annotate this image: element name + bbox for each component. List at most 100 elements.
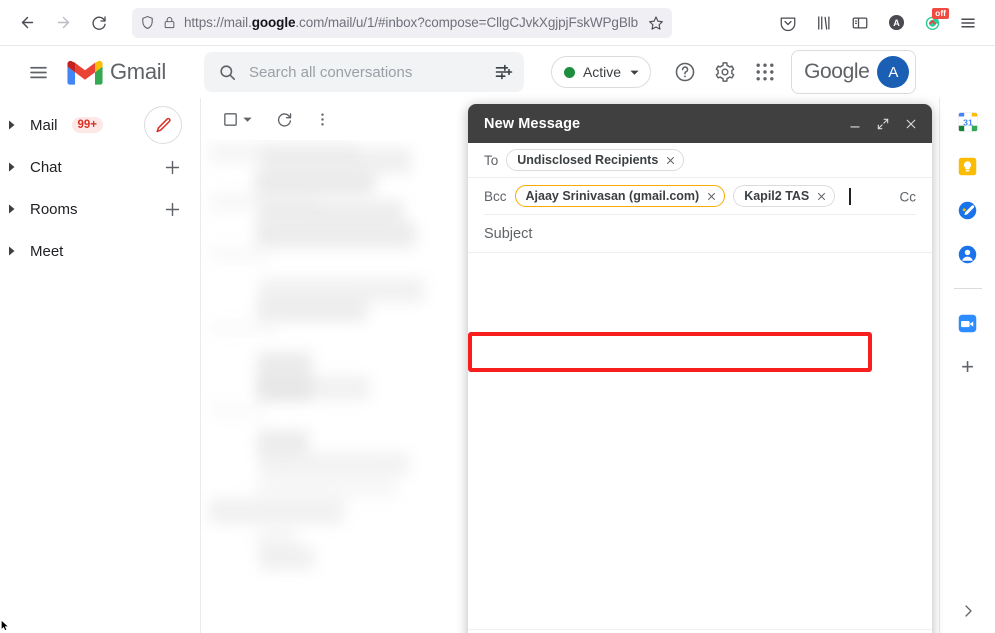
unread-badge: 99+: [72, 117, 104, 133]
refresh-button[interactable]: [267, 102, 301, 136]
support-icon[interactable]: [665, 52, 705, 92]
settings-gear-icon[interactable]: [705, 52, 745, 92]
forward-button[interactable]: [46, 6, 80, 40]
chevron-right-icon[interactable]: [8, 162, 18, 172]
gmail-body: Mail 99+ Chat: [0, 98, 995, 633]
svg-text:31: 31: [963, 118, 973, 128]
shield-icon: [140, 15, 155, 30]
add-ons-icon[interactable]: +: [956, 355, 980, 379]
chevron-down-icon: [629, 67, 640, 78]
gmail-app: Gmail Active Google: [0, 46, 995, 633]
status-label: Active: [583, 64, 621, 80]
to-label: To: [484, 153, 498, 168]
recipient-chip-label: Kapil2 TAS: [744, 189, 809, 203]
fullscreen-icon[interactable]: [870, 111, 896, 137]
chevron-down-icon[interactable]: [242, 114, 253, 125]
rail-divider: [954, 288, 982, 289]
subject-input[interactable]: [484, 226, 916, 242]
left-navigation: Mail 99+ Chat: [0, 98, 200, 633]
compose-toolbar: Send: [468, 629, 932, 633]
sidebar-item-label: Meet: [30, 243, 63, 260]
sidebar-item-chat[interactable]: Chat: [0, 146, 200, 188]
keep-icon[interactable]: [956, 154, 980, 178]
expand-side-panel-button[interactable]: [960, 603, 976, 619]
bcc-field[interactable]: Bcc Ajaay Srinivasan (gmail.com) Kapil2 …: [484, 178, 916, 215]
select-all-control[interactable]: [213, 102, 253, 136]
url-text: https://mail.google.com/mail/u/1/#inbox?…: [184, 15, 640, 30]
bcc-text-cursor: [849, 188, 851, 205]
bcc-chips: Ajaay Srinivasan (gmail.com) Kapil2 TAS: [515, 185, 851, 207]
tasks-icon[interactable]: [956, 198, 980, 222]
svg-text:A: A: [893, 18, 900, 28]
subject-field[interactable]: [468, 215, 932, 253]
message-body[interactable]: [468, 253, 932, 629]
bookmark-star-icon[interactable]: [648, 15, 664, 31]
gmail-logo[interactable]: Gmail: [67, 59, 166, 86]
chevron-right-icon[interactable]: [8, 120, 18, 130]
sidebar-item-label: Mail: [30, 117, 58, 134]
cc-toggle-link[interactable]: Cc: [900, 189, 917, 204]
search-bar[interactable]: [204, 52, 524, 92]
status-chip[interactable]: Active: [551, 56, 651, 88]
firefox-account-icon[interactable]: A: [879, 6, 913, 40]
reload-button[interactable]: [82, 6, 116, 40]
browser-toolbar: https://mail.google.com/mail/u/1/#inbox?…: [0, 0, 995, 46]
compose-pencil-icon[interactable]: [144, 106, 182, 144]
zoom-icon[interactable]: [956, 311, 980, 335]
more-options-button[interactable]: [305, 102, 339, 136]
status-dot-icon: [564, 67, 575, 78]
avatar[interactable]: A: [877, 56, 909, 88]
mouse-cursor: [1, 620, 9, 631]
browser-actions: A off: [771, 6, 985, 40]
compose-window-controls: [842, 111, 924, 137]
google-wordmark: Google: [804, 60, 869, 84]
recipient-chip-label: Undisclosed Recipients: [517, 153, 658, 167]
calendar-icon[interactable]: 31: [956, 110, 980, 134]
to-field[interactable]: To Undisclosed Recipients: [468, 143, 932, 178]
close-icon[interactable]: [898, 111, 924, 137]
recipient-chip[interactable]: Kapil2 TAS: [733, 185, 835, 207]
lock-icon: [163, 16, 176, 29]
gmail-wordmark: Gmail: [110, 59, 166, 85]
to-chips: Undisclosed Recipients: [506, 149, 684, 171]
add-room-icon[interactable]: [163, 200, 182, 219]
app-menu-icon[interactable]: [951, 6, 985, 40]
main-menu-icon[interactable]: [18, 52, 58, 92]
account-button[interactable]: Google A: [791, 50, 916, 94]
sidebar-item-label: Chat: [30, 159, 62, 176]
remove-recipient-icon[interactable]: [665, 155, 676, 166]
search-options-icon[interactable]: [494, 62, 516, 82]
compose-button[interactable]: [144, 106, 182, 144]
google-apps-icon[interactable]: [745, 52, 785, 92]
recipient-chip-label: Ajaay Srinivasan (gmail.com): [526, 189, 700, 203]
compose-titlebar[interactable]: New Message: [468, 104, 932, 143]
chevron-right-icon[interactable]: [8, 246, 18, 256]
sidebar-item-label: Rooms: [30, 201, 78, 218]
compose-window: New Message To: [468, 104, 932, 633]
extension-button[interactable]: off: [915, 6, 949, 40]
sidebar-toggle-icon[interactable]: [843, 6, 877, 40]
sidebar-item-mail[interactable]: Mail 99+: [0, 104, 200, 146]
pocket-save-icon[interactable]: [771, 6, 805, 40]
recipient-chip[interactable]: Undisclosed Recipients: [506, 149, 684, 171]
gmail-envelope-icon: [67, 59, 103, 86]
bcc-field-wrapper: Bcc Ajaay Srinivasan (gmail.com) Kapil2 …: [468, 178, 932, 215]
remove-recipient-icon[interactable]: [816, 191, 827, 202]
search-icon: [218, 63, 237, 82]
chevron-right-icon[interactable]: [8, 204, 18, 214]
recipient-chip[interactable]: Ajaay Srinivasan (gmail.com): [515, 185, 726, 207]
url-bar[interactable]: https://mail.google.com/mail/u/1/#inbox?…: [132, 8, 672, 38]
bcc-label: Bcc: [484, 189, 507, 204]
sidebar-item-meet[interactable]: Meet: [0, 230, 200, 272]
side-panel: 31 +: [939, 98, 995, 633]
sidebar-item-rooms[interactable]: Rooms: [0, 188, 200, 230]
library-icon[interactable]: [807, 6, 841, 40]
remove-recipient-icon[interactable]: [706, 191, 717, 202]
contacts-icon[interactable]: [956, 242, 980, 266]
extension-badge: off: [932, 8, 949, 19]
search-input[interactable]: [249, 64, 482, 81]
minimize-icon[interactable]: [842, 111, 868, 137]
gmail-header: Gmail Active Google: [0, 46, 995, 98]
add-chat-icon[interactable]: [163, 158, 182, 177]
back-button[interactable]: [10, 6, 44, 40]
